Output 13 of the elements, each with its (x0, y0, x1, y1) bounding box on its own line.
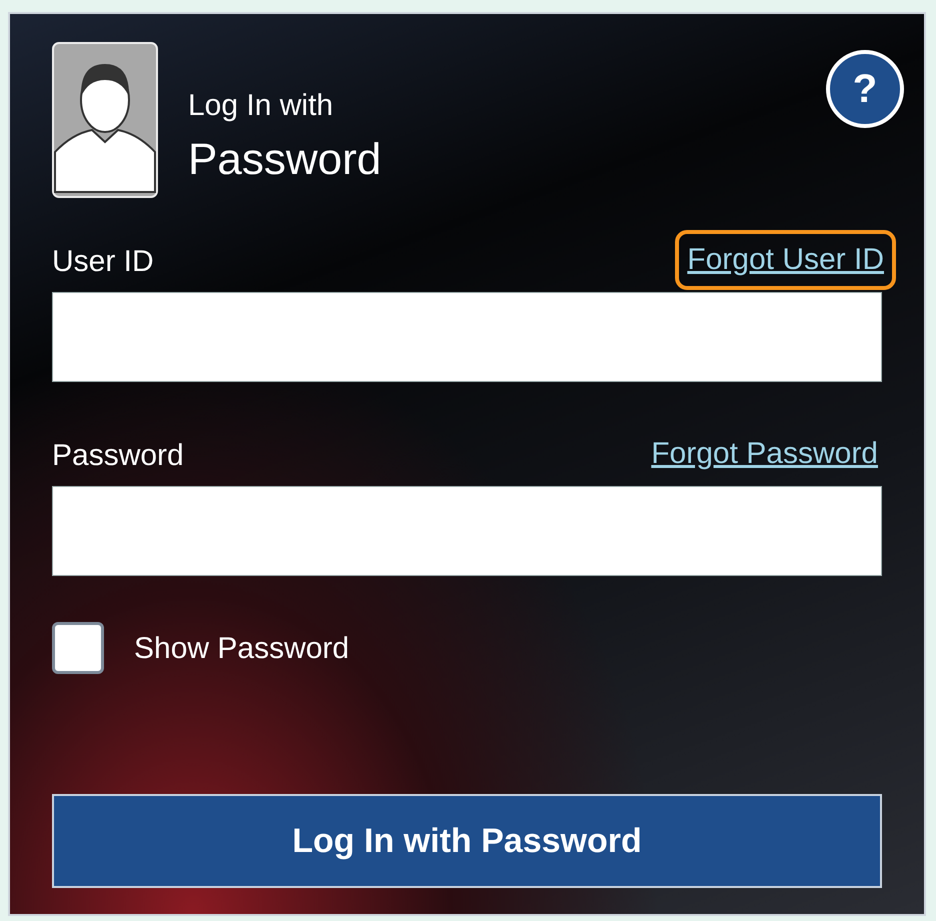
help-button[interactable]: ? (826, 50, 904, 128)
title-text: Password (188, 134, 382, 186)
forgot-link[interactable]: Forgot Password (647, 424, 882, 484)
checkbox-label: Show Password (134, 630, 350, 666)
field-label: Password (52, 438, 184, 474)
login-button[interactable]: Log In with Password (52, 794, 882, 888)
show-password-checkbox[interactable] (52, 622, 104, 674)
text-input-field[interactable] (52, 486, 882, 576)
text-input-field[interactable] (52, 292, 882, 382)
field-label: User ID (52, 244, 154, 280)
user-avatar-icon (52, 42, 158, 198)
title-prefix: Log In with (188, 88, 334, 124)
forgot-link[interactable]: Forgot User ID (675, 230, 896, 290)
